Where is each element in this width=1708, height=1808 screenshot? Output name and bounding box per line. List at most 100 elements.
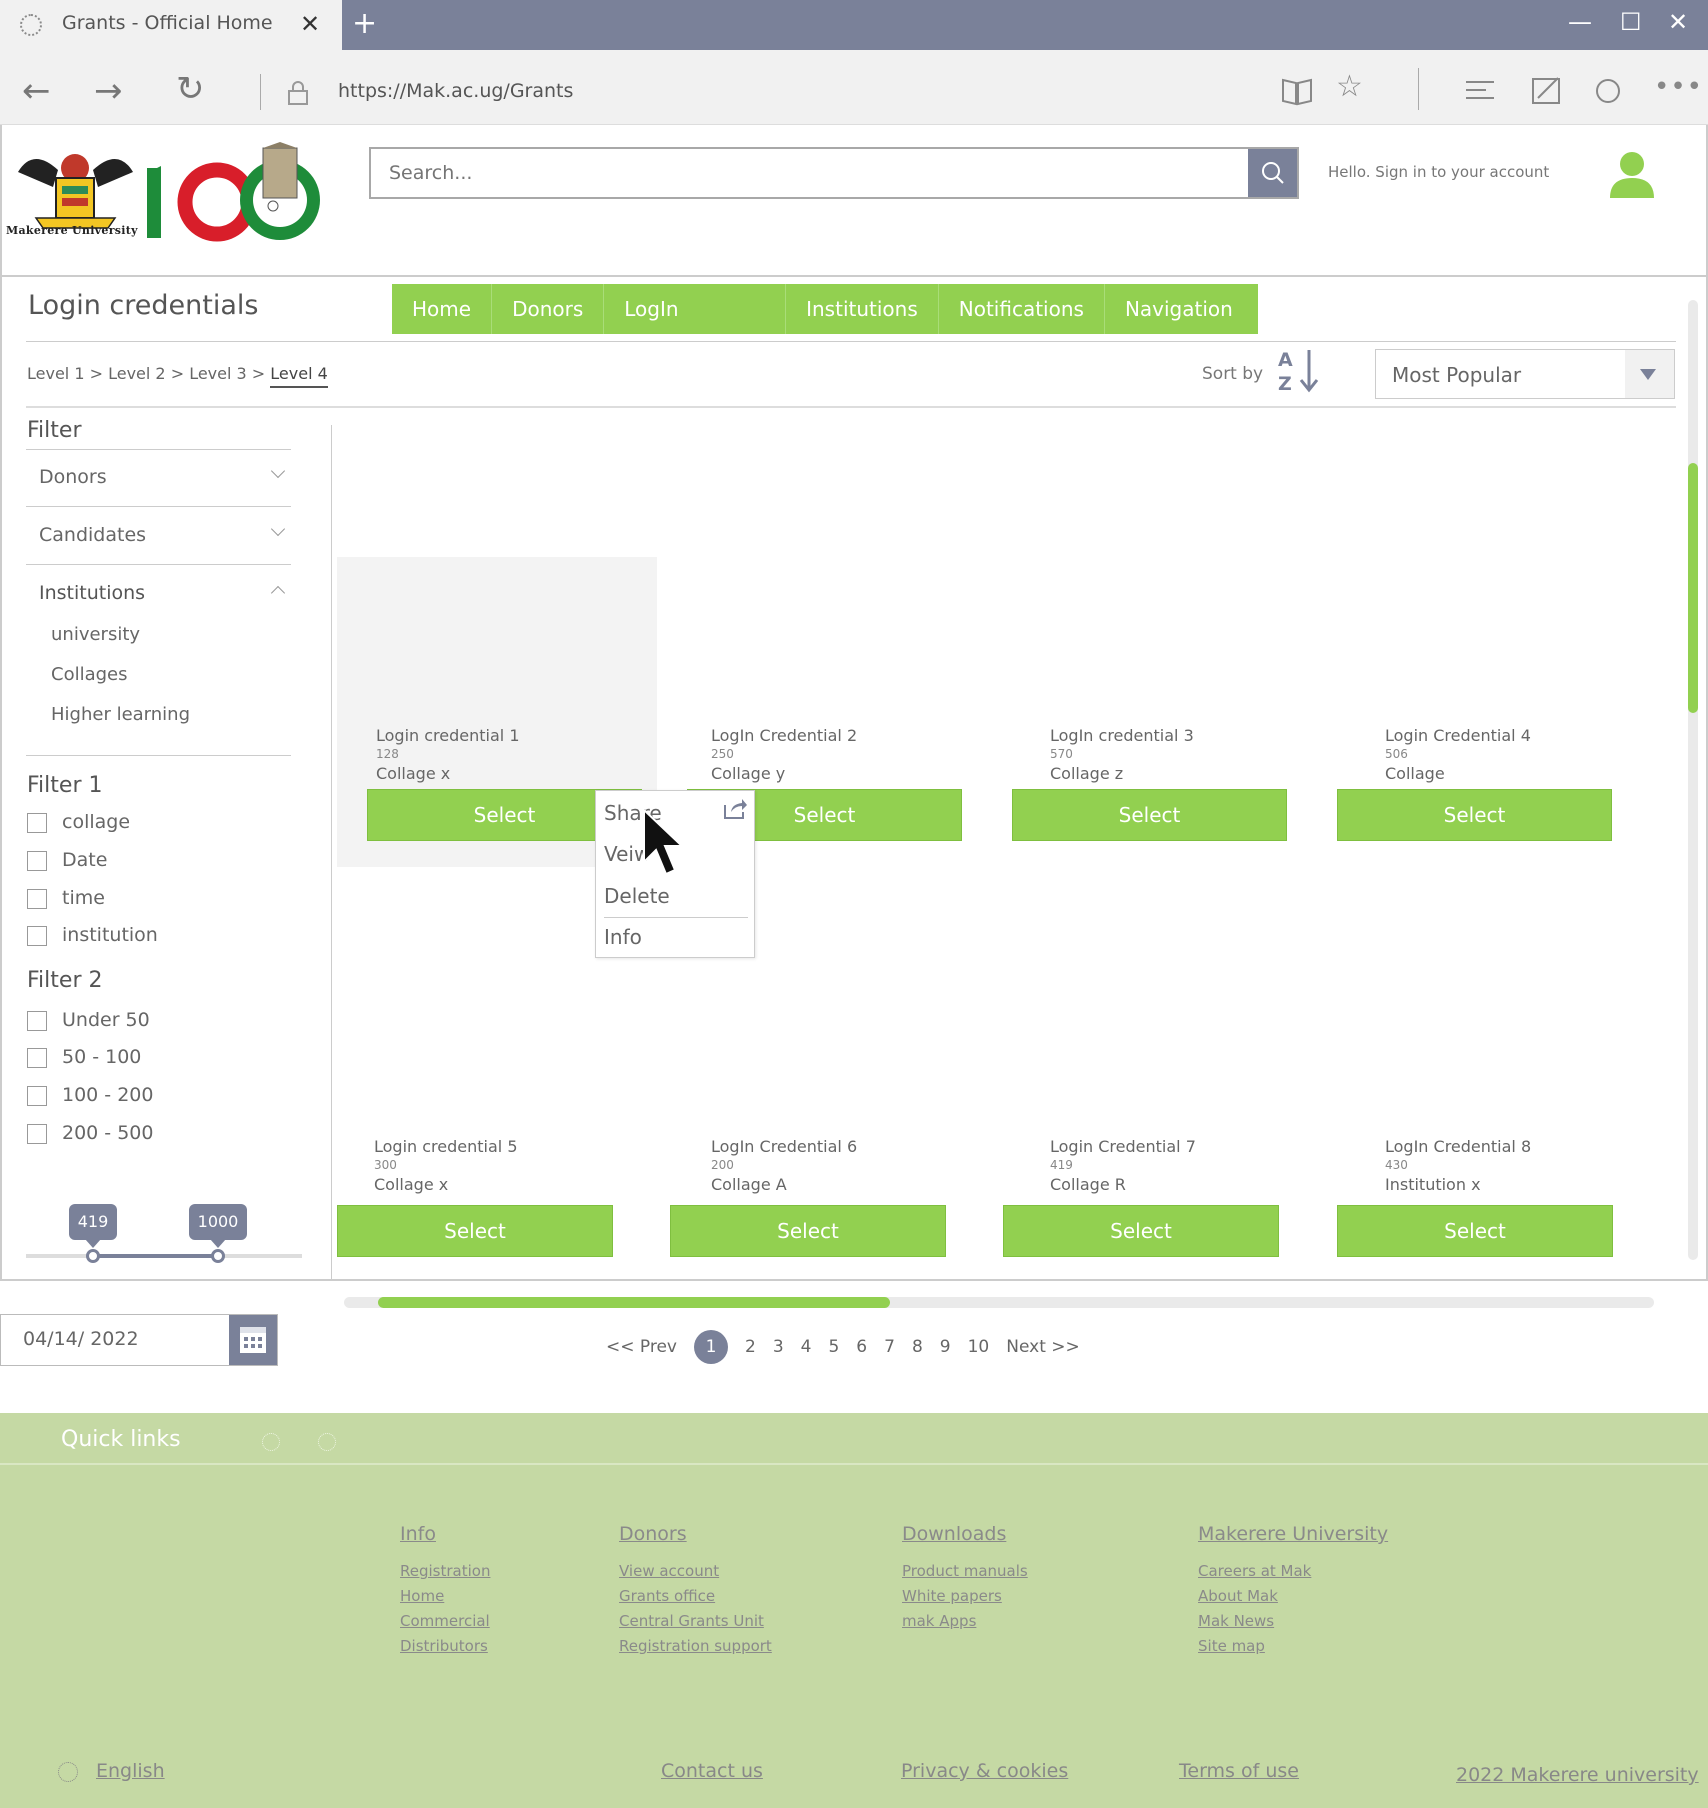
search-button[interactable] [1248, 149, 1297, 197]
pagination-page-8[interactable]: 8 [912, 1337, 923, 1357]
range-min-handle[interactable] [86, 1249, 100, 1263]
sign-in-link[interactable]: Hello. Sign in to your account [1328, 163, 1549, 181]
quick-links-label[interactable]: Quick links [61, 1427, 181, 1452]
menu-item-info[interactable]: Info [604, 925, 642, 949]
maximize-icon[interactable]: ☐ [1620, 8, 1642, 36]
pagination-page-10[interactable]: 10 [968, 1337, 990, 1357]
pagination-page-9[interactable]: 9 [940, 1337, 951, 1357]
pagination-prev[interactable]: << Prev [606, 1337, 677, 1357]
footer-link[interactable]: Commercial [400, 1609, 490, 1634]
copyright-link[interactable]: 2022 Makerere university [1456, 1764, 1699, 1786]
breadcrumb-level-2[interactable]: Level 2 [108, 364, 166, 383]
web-note-icon[interactable] [1530, 74, 1564, 106]
refresh-icon[interactable]: ↻ [176, 72, 205, 106]
footer-link[interactable]: White papers [902, 1584, 1028, 1609]
footer-link[interactable]: Mak News [1198, 1609, 1388, 1634]
breadcrumb-level-3[interactable]: Level 3 [189, 364, 247, 383]
pagination-page-6[interactable]: 6 [856, 1337, 867, 1357]
footer-link[interactable]: Registration [400, 1559, 490, 1584]
pagination-page-2[interactable]: 2 [745, 1337, 756, 1357]
favorite-star-icon[interactable]: ☆ [1336, 72, 1363, 102]
minimize-icon[interactable]: — [1568, 8, 1592, 36]
card-6-select-button[interactable]: Select [670, 1205, 946, 1257]
range-max-handle[interactable] [211, 1249, 225, 1263]
footer-link[interactable]: Registration support [619, 1634, 772, 1659]
date-value[interactable]: 04/14/ 2022 [23, 1328, 139, 1350]
institution-option-higher-learning[interactable]: Higher learning [51, 704, 190, 725]
filter-group-donors[interactable]: Donors [26, 450, 291, 507]
share-icon[interactable] [1592, 74, 1624, 106]
checkbox[interactable] [27, 889, 47, 909]
breadcrumb-level-1[interactable]: Level 1 [27, 364, 85, 383]
pagination-page-5[interactable]: 5 [828, 1337, 839, 1357]
nav-navigation-06[interactable]: Navigation 06 [1105, 284, 1258, 371]
back-icon[interactable]: ← [22, 74, 51, 108]
institution-option-university[interactable]: university [51, 624, 140, 645]
more-options-icon[interactable]: ••• [1654, 74, 1703, 100]
checkbox[interactable] [27, 1124, 47, 1144]
pagination-page-7[interactable]: 7 [884, 1337, 895, 1357]
calendar-button[interactable] [229, 1315, 277, 1365]
footer-column-heading[interactable]: Info [400, 1523, 490, 1545]
footer-link[interactable]: Site map [1198, 1634, 1388, 1659]
card-8-select-button[interactable]: Select [1337, 1205, 1613, 1257]
footer-link[interactable]: View account [619, 1559, 772, 1584]
footer-link[interactable]: Distributors [400, 1634, 490, 1659]
nav-login-credentials[interactable]: LogIn Credentials [604, 284, 787, 371]
pagination-next[interactable]: Next >> [1006, 1337, 1080, 1357]
sort-dropdown-button[interactable] [1625, 350, 1674, 398]
share-icon[interactable] [722, 797, 748, 821]
reading-view-icon[interactable] [1280, 76, 1314, 106]
footer-column-heading[interactable]: Makerere University [1198, 1523, 1388, 1545]
new-tab-icon[interactable]: + [352, 6, 377, 41]
institution-option-collages[interactable]: Collages [51, 664, 128, 685]
footer-link[interactable]: Home [400, 1584, 490, 1609]
filter-group-candidates[interactable]: Candidates [26, 508, 291, 565]
forward-icon[interactable]: → [94, 74, 123, 108]
browser-tab[interactable]: Grants - Official Home ✕ [0, 0, 342, 50]
nav-institutions[interactable]: Institutions [786, 284, 939, 334]
checkbox[interactable] [27, 1011, 47, 1031]
footer-link[interactable]: Product manuals [902, 1559, 1028, 1584]
user-avatar-icon[interactable] [1608, 150, 1656, 200]
nav-donors[interactable]: Donors [492, 284, 605, 334]
quick-link-icon[interactable] [318, 1433, 336, 1451]
vertical-scrollbar-track[interactable] [1688, 300, 1698, 1260]
card-3-select-button[interactable]: Select [1012, 789, 1287, 841]
quick-link-icon[interactable] [262, 1433, 280, 1451]
hub-icon[interactable] [1464, 78, 1496, 102]
menu-item-delete[interactable]: Delete [604, 884, 670, 908]
privacy-link[interactable]: Privacy & cookies [901, 1760, 1068, 1782]
footer-link[interactable]: mak Apps [902, 1609, 1028, 1634]
nav-notifications[interactable]: Notifications [939, 284, 1105, 334]
pagination-page-3[interactable]: 3 [773, 1337, 784, 1357]
sort-dropdown[interactable]: Most Popular [1375, 349, 1675, 399]
vertical-scrollbar-thumb[interactable] [1688, 463, 1698, 713]
footer-link[interactable]: Central Grants Unit [619, 1609, 772, 1634]
pagination-page-4[interactable]: 4 [801, 1337, 812, 1357]
contact-us-link[interactable]: Contact us [661, 1760, 763, 1782]
terms-link[interactable]: Terms of use [1179, 1760, 1299, 1782]
sort-az-icon[interactable]: A Z [1276, 346, 1320, 394]
footer-column-heading[interactable]: Donors [619, 1523, 772, 1545]
checkbox[interactable] [27, 926, 47, 946]
footer-link[interactable]: Careers at Mak [1198, 1559, 1388, 1584]
filter-group-label[interactable]: Institutions [39, 582, 145, 604]
footer-link[interactable]: Grants office [619, 1584, 772, 1609]
card-7-select-button[interactable]: Select [1003, 1205, 1279, 1257]
card-4-select-button[interactable]: Select [1337, 789, 1612, 841]
close-tab-icon[interactable]: ✕ [300, 10, 320, 38]
horizontal-scrollbar-thumb[interactable] [378, 1297, 890, 1308]
chevron-up-icon[interactable] [270, 585, 286, 601]
pagination-page-1[interactable]: 1 [693, 1330, 728, 1364]
url-field[interactable]: https://Mak.ac.ug/Grants [338, 80, 573, 102]
nav-home[interactable]: Home [392, 284, 493, 334]
checkbox[interactable] [27, 813, 47, 833]
footer-column-heading[interactable]: Downloads [902, 1523, 1028, 1545]
close-window-icon[interactable]: ✕ [1668, 8, 1688, 36]
checkbox[interactable] [27, 1086, 47, 1106]
search-input[interactable] [371, 149, 1251, 197]
date-picker[interactable]: 04/14/ 2022 [0, 1314, 278, 1366]
language-selector[interactable]: English [96, 1760, 165, 1782]
checkbox[interactable] [27, 851, 47, 871]
